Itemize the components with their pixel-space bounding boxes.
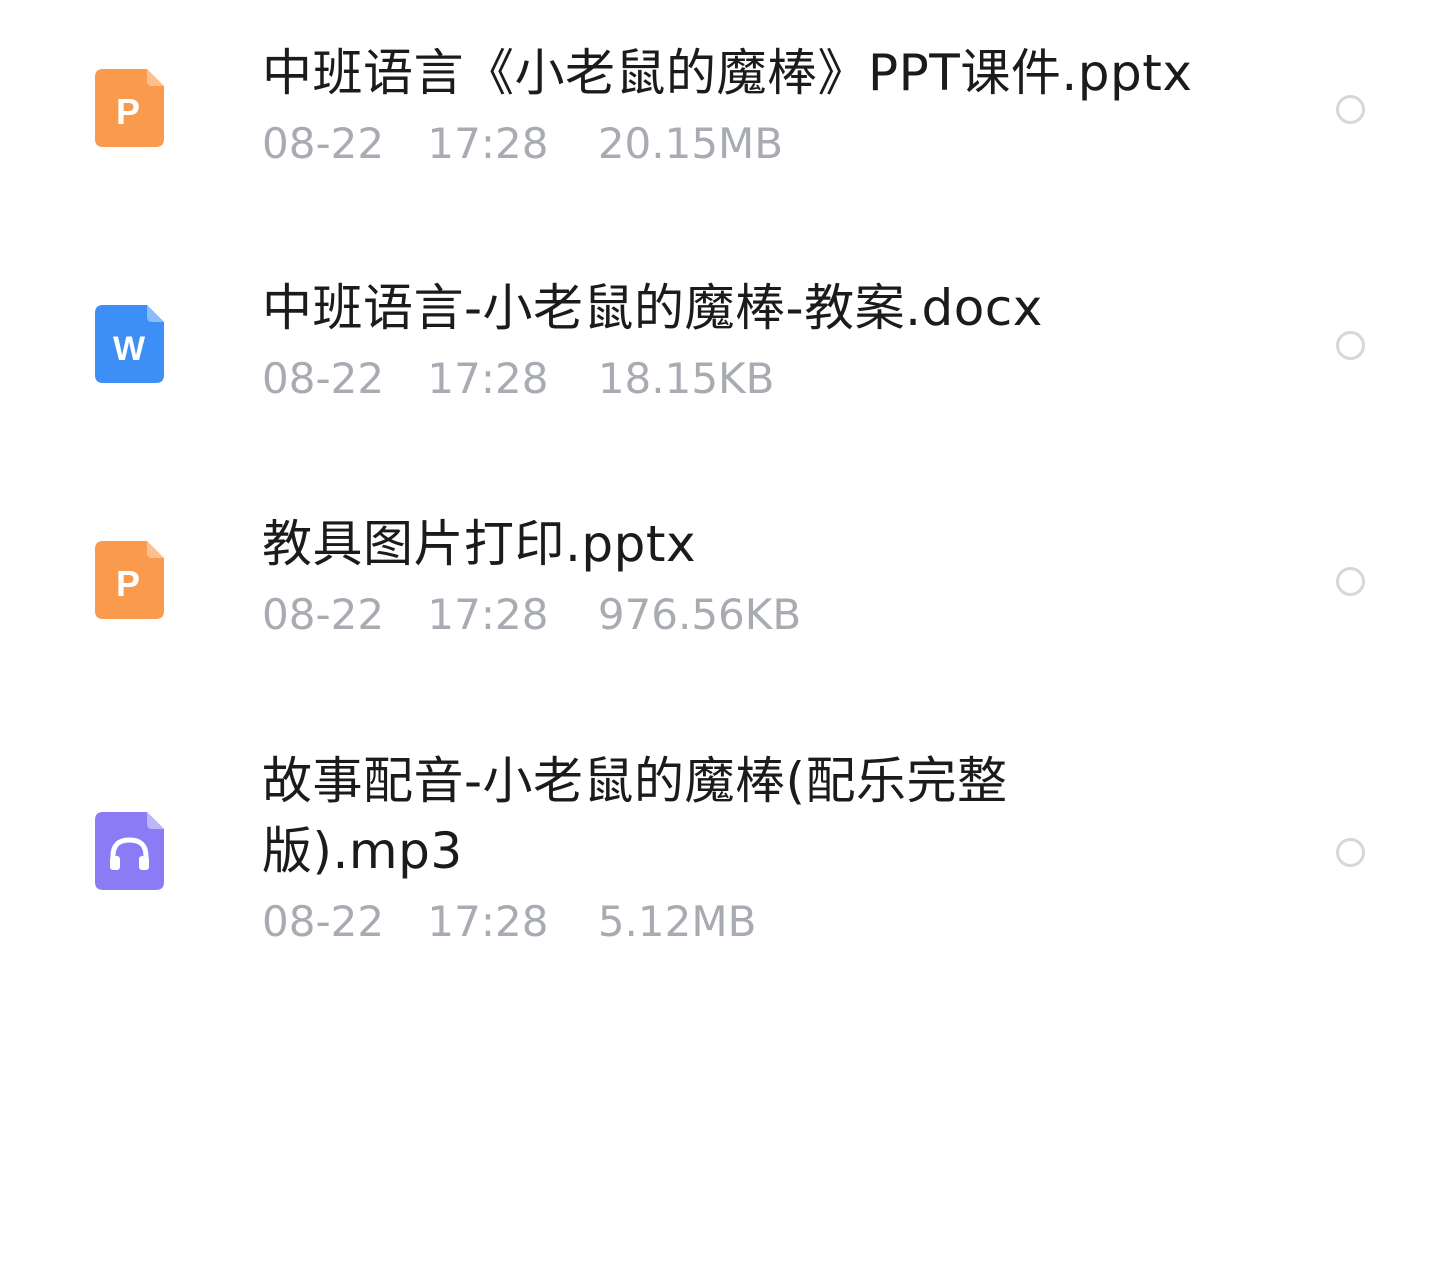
audio-file-icon — [95, 812, 164, 890]
file-date: 08-22 — [262, 897, 385, 946]
file-size: 20.15MB — [597, 119, 784, 168]
file-name: 故事配音-小老鼠的魔棒(配乐完整版).mp3 — [262, 752, 1008, 880]
file-list-item[interactable]: P 教具图片打印.pptx 08-22 17:28 976.56KB — [0, 466, 1455, 702]
file-list-item[interactable]: 故事配音-小老鼠的魔棒(配乐完整版).mp3 08-22 17:28 5.12M… — [0, 702, 1455, 1002]
file-time: 17:28 — [427, 897, 549, 946]
file-date: 08-22 — [262, 590, 385, 639]
file-meta: 08-22 17:28 976.56KB — [262, 587, 1242, 643]
docx-file-icon: W — [95, 305, 164, 383]
file-time: 17:28 — [427, 354, 549, 403]
pptx-letter: P — [116, 563, 140, 604]
file-meta: 08-22 17:28 20.15MB — [262, 116, 1242, 172]
docx-letter: W — [113, 330, 146, 368]
pptx-file-icon: P — [95, 69, 164, 147]
file-date: 08-22 — [262, 354, 385, 403]
file-name: 中班语言《小老鼠的魔棒》PPT课件.pptx — [262, 44, 1193, 102]
file-meta: 08-22 17:28 18.15KB — [262, 351, 1242, 407]
file-list: P 中班语言《小老鼠的魔棒》PPT课件.pptx 08-22 17:28 20.… — [0, 0, 1455, 1280]
select-radio[interactable] — [1336, 95, 1365, 124]
pptx-letter: P — [116, 91, 140, 132]
file-name: 中班语言-小老鼠的魔棒-教案.docx — [262, 279, 1043, 337]
file-meta: 08-22 17:28 5.12MB — [262, 894, 1052, 950]
file-time: 17:28 — [427, 590, 549, 639]
select-radio[interactable] — [1336, 331, 1365, 360]
file-time: 17:28 — [427, 119, 549, 168]
select-radio[interactable] — [1336, 567, 1365, 596]
file-date: 08-22 — [262, 119, 385, 168]
file-size: 18.15KB — [597, 354, 775, 403]
file-size: 5.12MB — [597, 897, 757, 946]
file-list-item[interactable]: P 中班语言《小老鼠的魔棒》PPT课件.pptx 08-22 17:28 20.… — [0, 0, 1455, 230]
file-size: 976.56KB — [597, 590, 802, 639]
file-list-item[interactable]: W 中班语言-小老鼠的魔棒-教案.docx 08-22 17:28 18.15K… — [0, 230, 1455, 466]
file-name: 教具图片打印.pptx — [262, 515, 697, 573]
select-radio[interactable] — [1336, 838, 1365, 867]
pptx-file-icon: P — [95, 541, 164, 619]
